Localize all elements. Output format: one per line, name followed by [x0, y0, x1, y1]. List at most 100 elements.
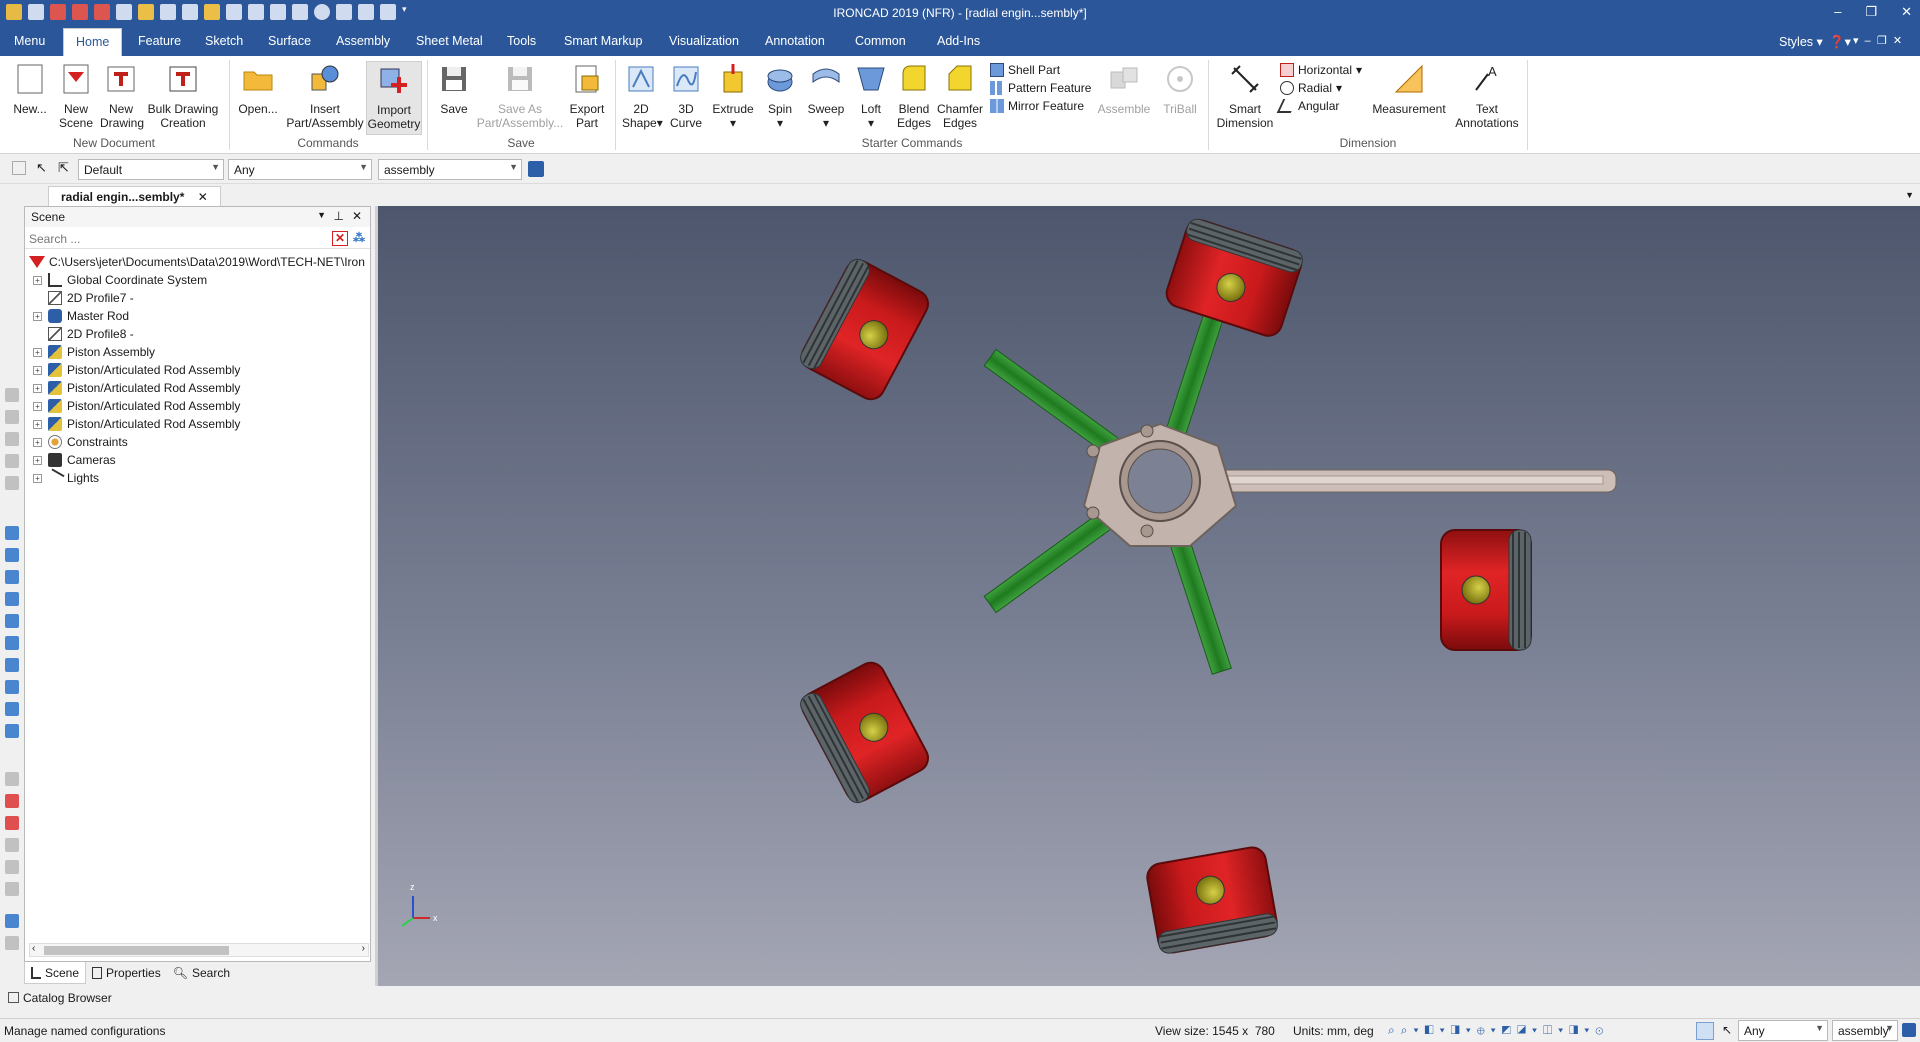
- insert-part-button[interactable]: Insert Part/Assembly: [286, 62, 364, 130]
- export-part-button[interactable]: Export Part: [566, 62, 608, 130]
- restore-icon[interactable]: ❐: [1865, 4, 1877, 20]
- select-mode-icon[interactable]: [1696, 1022, 1714, 1040]
- view-tools-icons[interactable]: ⌕⌕▾◧▾◨▾⊕▾◩◪▾◫▾◨▾⊙: [1388, 1023, 1609, 1038]
- assemble-button[interactable]: Assemble: [1094, 62, 1154, 116]
- tab-menu[interactable]: Menu: [14, 34, 45, 48]
- pointer-icon[interactable]: ↖: [1722, 1023, 1732, 1037]
- drawing-tool-icon[interactable]: [5, 816, 19, 830]
- expand-icon[interactable]: +: [33, 473, 42, 483]
- pin-panel-icon[interactable]: ⊥: [334, 209, 344, 223]
- tree-item-cameras[interactable]: + Cameras: [25, 451, 370, 469]
- block-shape-icon[interactable]: [5, 614, 19, 628]
- save-as-button[interactable]: Save As Part/Assembly...: [476, 62, 564, 130]
- block-shape-icon[interactable]: [5, 658, 19, 672]
- new-drawing-button[interactable]: New Drawing: [100, 62, 144, 130]
- assembly-tree-icon[interactable]: [1902, 1023, 1916, 1037]
- expand-icon[interactable]: +: [33, 275, 42, 285]
- angular-dimension-button[interactable]: Angular: [1276, 99, 1339, 113]
- tree-item-piston-rod-assembly[interactable]: + Piston/Articulated Rod Assembly: [25, 397, 370, 415]
- block-shape-icon[interactable]: [5, 570, 19, 584]
- new-button[interactable]: New...: [10, 62, 50, 116]
- scroll-right-icon[interactable]: ›: [362, 943, 365, 954]
- smart-dimension-button[interactable]: Smart Dimension: [1214, 62, 1276, 130]
- tree-item-master-rod[interactable]: + Master Rod: [25, 307, 370, 325]
- tree-item-piston-rod-assembly[interactable]: + Piston/Articulated Rod Assembly: [25, 415, 370, 433]
- close-panel-icon[interactable]: ✕: [352, 209, 362, 223]
- shell-part-button[interactable]: Shell Part: [990, 63, 1060, 77]
- radial-dropdown-icon[interactable]: ▾: [1336, 81, 1342, 95]
- expand-icon[interactable]: +: [33, 437, 42, 447]
- expand-icon[interactable]: +: [33, 311, 42, 321]
- tab-smart-markup[interactable]: Smart Markup: [564, 34, 643, 48]
- tool-icon[interactable]: [5, 410, 19, 424]
- tree-item-constraints[interactable]: + Constraints: [25, 433, 370, 451]
- catalog-browser-bar[interactable]: Catalog Browser: [0, 986, 1920, 1010]
- tool-icon[interactable]: [5, 388, 19, 402]
- tree-item-piston-rod-assembly[interactable]: + Piston/Articulated Rod Assembly: [25, 379, 370, 397]
- panel-tab-properties[interactable]: Properties: [86, 962, 167, 984]
- tree-item-global-coordinate-system[interactable]: + Global Coordinate System: [25, 271, 370, 289]
- expand-icon[interactable]: +: [33, 455, 42, 465]
- tab-home[interactable]: Home: [63, 28, 123, 56]
- pattern-feature-button[interactable]: Pattern Feature: [990, 81, 1091, 95]
- panel-tab-scene[interactable]: Scene: [24, 962, 87, 984]
- document-tab[interactable]: radial engin...sembly* ✕: [48, 186, 221, 206]
- tab-tools[interactable]: Tools: [507, 34, 536, 48]
- tab-surface[interactable]: Surface: [268, 34, 311, 48]
- horizontal-scrollbar[interactable]: ‹ ›: [29, 943, 369, 957]
- chamfer-edges-button[interactable]: Chamfer Edges: [936, 62, 984, 130]
- select-pointer-icon[interactable]: ↖: [36, 160, 47, 176]
- expand-icon[interactable]: +: [33, 383, 42, 393]
- minimize-icon[interactable]: –: [1834, 4, 1841, 20]
- expand-icon[interactable]: +: [33, 347, 42, 357]
- drawing-tool-icon[interactable]: [5, 794, 19, 808]
- expand-icon[interactable]: +: [33, 419, 42, 429]
- block-shape-icon[interactable]: [5, 702, 19, 716]
- triball-button[interactable]: TriBall: [1158, 62, 1202, 116]
- clear-search-icon[interactable]: ✕: [331, 231, 348, 246]
- status-filter-select[interactable]: Any ▼: [1738, 1020, 1828, 1041]
- close-icon[interactable]: ✕: [1901, 4, 1912, 20]
- tab-list-icon[interactable]: ▼: [1905, 190, 1914, 200]
- level-select[interactable]: assembly ▼: [378, 159, 522, 180]
- styles-menu[interactable]: Styles ▾: [1779, 34, 1823, 49]
- ribbon-window-controls[interactable]: ▾ – ❐ ✕: [1853, 34, 1902, 47]
- select-filter-icon[interactable]: ⇱: [58, 160, 69, 176]
- panel-tab-search[interactable]: 🔍︎ Search: [167, 962, 236, 984]
- expand-icon[interactable]: +: [33, 365, 42, 375]
- search-options-icon[interactable]: ⁂: [353, 231, 365, 245]
- tree-item-lights[interactable]: + Lights: [25, 468, 370, 488]
- scene-search-input[interactable]: Search ...: [29, 232, 80, 246]
- tree-root[interactable]: C:\Users\jeter\Documents\Data\2019\Word\…: [25, 253, 370, 271]
- tab-annotation[interactable]: Annotation: [765, 34, 825, 48]
- configuration-select[interactable]: Default ▼: [78, 159, 224, 180]
- measurement-button[interactable]: Measurement: [1370, 62, 1448, 116]
- scroll-left-icon[interactable]: ‹: [32, 943, 35, 954]
- loft-dropdown-icon[interactable]: ▾: [852, 116, 890, 130]
- spin-button[interactable]: Spin ▾: [760, 62, 800, 130]
- tool-icon[interactable]: [5, 454, 19, 468]
- sweep-button[interactable]: Sweep ▾: [804, 62, 848, 130]
- spin-dropdown-icon[interactable]: ▾: [760, 116, 800, 130]
- open-button[interactable]: Open...: [236, 62, 280, 116]
- sweep-dropdown-icon[interactable]: ▾: [804, 116, 848, 130]
- tab-visualization[interactable]: Visualization: [669, 34, 739, 48]
- assembly-tree-icon[interactable]: [528, 161, 544, 177]
- extrude-button[interactable]: Extrude ▾: [710, 62, 756, 130]
- block-shape-icon[interactable]: [5, 680, 19, 694]
- tab-assembly[interactable]: Assembly: [336, 34, 390, 48]
- expand-icon[interactable]: +: [33, 401, 42, 411]
- tree-item-piston-assembly[interactable]: + Piston Assembly: [25, 343, 370, 361]
- status-level-select[interactable]: assembly ▼: [1832, 1020, 1898, 1041]
- tab-feature[interactable]: Feature: [138, 34, 181, 48]
- save-button[interactable]: Save: [436, 62, 472, 116]
- 2d-shape-button[interactable]: 2D Shape▾: [622, 62, 663, 130]
- block-shape-icon[interactable]: [5, 548, 19, 562]
- tool-icon[interactable]: [5, 432, 19, 446]
- tab-sheet-metal[interactable]: Sheet Metal: [416, 34, 483, 48]
- block-shape-icon[interactable]: [5, 526, 19, 540]
- sketch-tool-icon[interactable]: [5, 914, 19, 928]
- tree-item-piston-rod-assembly[interactable]: + Piston/Articulated Rod Assembly: [25, 361, 370, 379]
- block-shape-icon[interactable]: [5, 592, 19, 606]
- mirror-feature-button[interactable]: Mirror Feature: [990, 99, 1084, 113]
